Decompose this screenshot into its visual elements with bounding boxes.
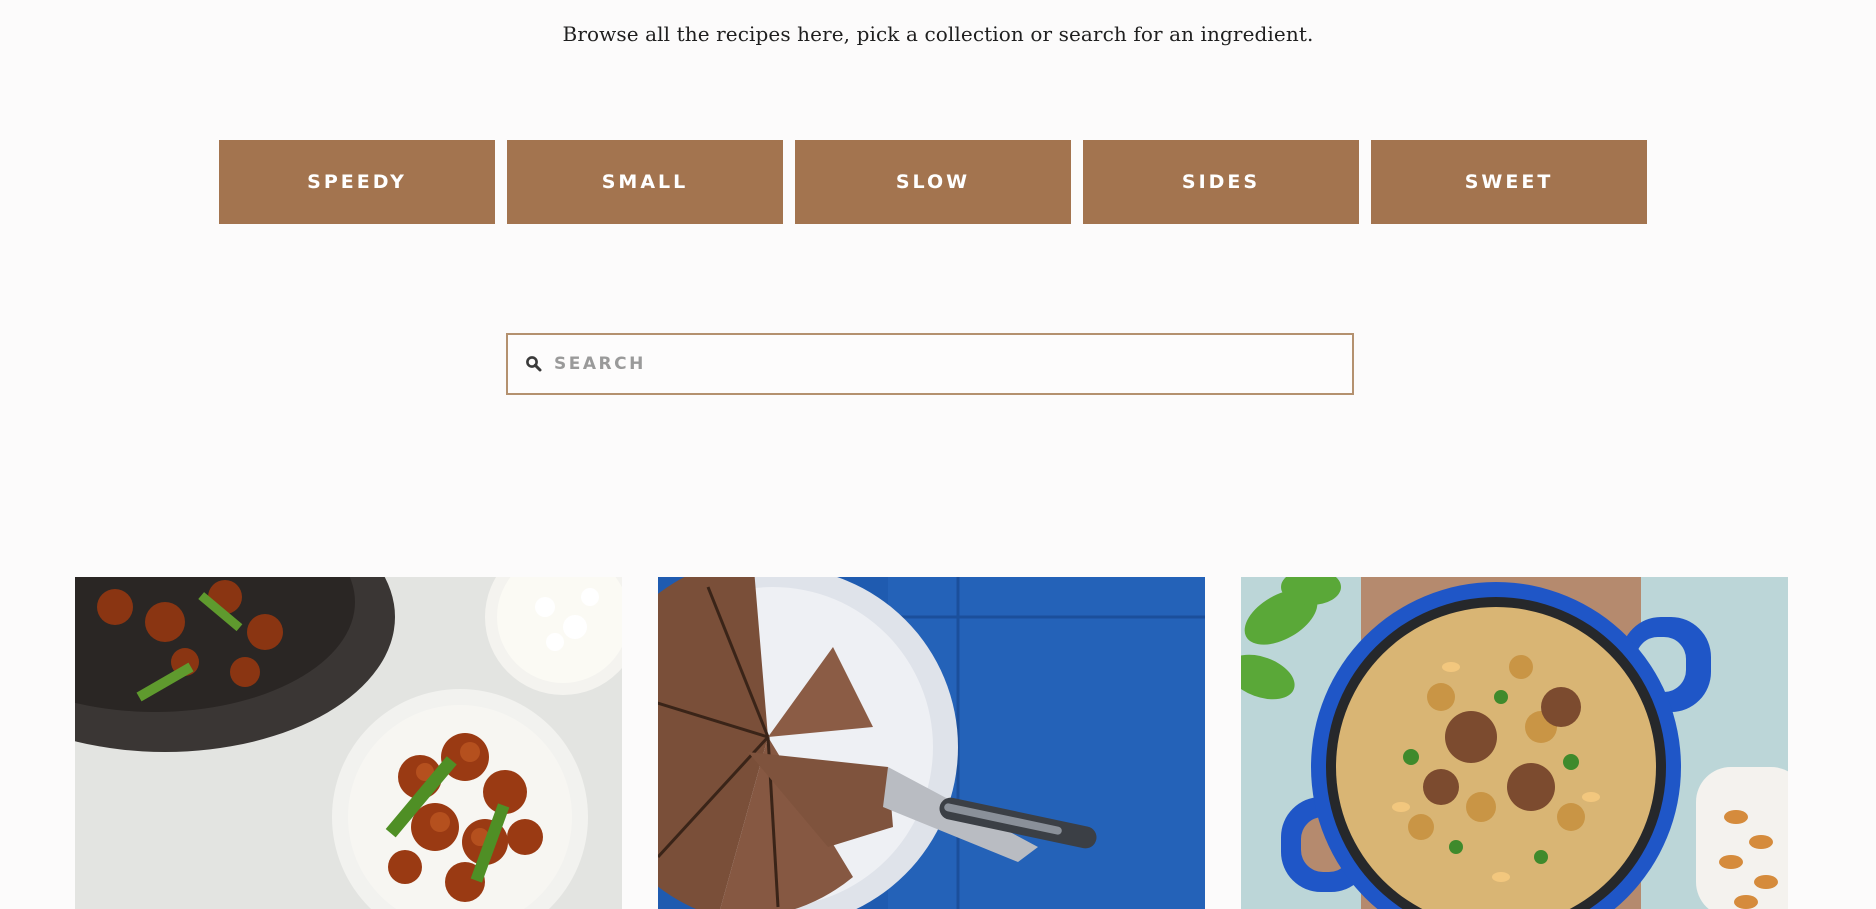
recipe-image [1241, 577, 1788, 909]
collection-sweet-button[interactable]: SWEET [1371, 140, 1647, 224]
recipe-card[interactable] [658, 577, 1205, 909]
recipe-card[interactable] [1241, 577, 1788, 909]
collection-sides-button[interactable]: SIDES [1083, 140, 1359, 224]
collection-small-button[interactable]: SMALL [507, 140, 783, 224]
search-input[interactable] [554, 335, 1352, 393]
collection-buttons: SPEEDY SMALL SLOW SIDES SWEET [219, 140, 1647, 224]
recipe-image [658, 577, 1205, 909]
recipe-image [75, 577, 622, 909]
intro-text: Browse all the recipes here, pick a coll… [562, 22, 1314, 46]
recipe-card[interactable] [75, 577, 622, 909]
collection-speedy-button[interactable]: SPEEDY [219, 140, 495, 224]
search-box [506, 333, 1354, 395]
recipe-card-grid [75, 577, 1788, 909]
search-icon[interactable] [524, 354, 544, 374]
collection-slow-button[interactable]: SLOW [795, 140, 1071, 224]
